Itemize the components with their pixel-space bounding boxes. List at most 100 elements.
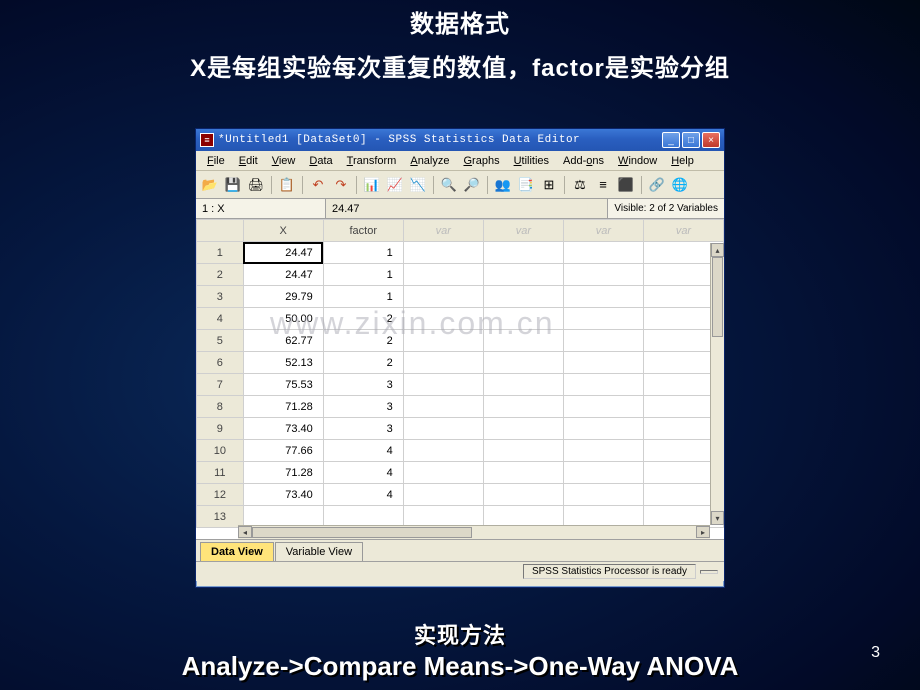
cell-empty[interactable]	[563, 484, 643, 506]
cell-empty[interactable]	[483, 440, 563, 462]
table-row[interactable]: 775.533	[197, 374, 724, 396]
table-row[interactable]: 973.403	[197, 418, 724, 440]
corner-cell[interactable]	[197, 220, 244, 242]
cell-empty[interactable]	[403, 286, 483, 308]
tab-data-view[interactable]: Data View	[200, 542, 274, 561]
menu-graphs[interactable]: Graphs	[456, 153, 506, 169]
menu-transform[interactable]: Transform	[340, 153, 404, 169]
cell-empty[interactable]	[563, 374, 643, 396]
cell-empty[interactable]	[563, 286, 643, 308]
column-header-empty[interactable]: var	[643, 220, 723, 242]
cell-empty[interactable]	[403, 396, 483, 418]
column-header-empty[interactable]: var	[403, 220, 483, 242]
maximize-button[interactable]: □	[682, 132, 700, 148]
cell-empty[interactable]	[403, 484, 483, 506]
row-header[interactable]: 3	[197, 286, 244, 308]
open-icon[interactable]: 📂	[200, 175, 220, 195]
cell-x[interactable]: 24.47	[243, 242, 323, 264]
use-sets-icon[interactable]: ≡	[593, 175, 613, 195]
cell-empty[interactable]	[403, 330, 483, 352]
split-file-icon[interactable]: 👥	[493, 175, 513, 195]
show-all-icon[interactable]: ⬛	[616, 175, 636, 195]
table-row[interactable]: 562.772	[197, 330, 724, 352]
cell-empty[interactable]	[563, 264, 643, 286]
close-button[interactable]: ×	[702, 132, 720, 148]
cell-empty[interactable]	[483, 352, 563, 374]
goto-case-icon[interactable]: 📊	[362, 175, 382, 195]
cell-empty[interactable]	[403, 462, 483, 484]
cell-empty[interactable]	[563, 462, 643, 484]
menu-file[interactable]: File	[200, 153, 232, 169]
cell-factor[interactable]: 1	[323, 242, 403, 264]
cell-empty[interactable]	[563, 418, 643, 440]
cell-empty[interactable]	[403, 374, 483, 396]
cell-empty[interactable]	[483, 462, 563, 484]
cell-empty[interactable]	[403, 308, 483, 330]
vertical-scroll-thumb[interactable]	[712, 257, 723, 337]
cell-empty[interactable]	[483, 286, 563, 308]
cell-factor[interactable]: 4	[323, 440, 403, 462]
row-header[interactable]: 8	[197, 396, 244, 418]
cell-empty[interactable]	[403, 352, 483, 374]
cell-empty[interactable]	[563, 330, 643, 352]
cell-reference[interactable]: 1 : X	[196, 199, 326, 218]
row-header[interactable]: 9	[197, 418, 244, 440]
cell-x[interactable]: 50.00	[243, 308, 323, 330]
redo-icon[interactable]: ↷	[331, 175, 351, 195]
table-row[interactable]: 1077.664	[197, 440, 724, 462]
cell-x[interactable]: 73.40	[243, 418, 323, 440]
print-icon[interactable]: 🖨	[246, 175, 266, 195]
cell-empty[interactable]	[403, 264, 483, 286]
table-row[interactable]: 871.283	[197, 396, 724, 418]
save-icon[interactable]: 💾	[223, 175, 243, 195]
menu-view[interactable]: View	[265, 153, 303, 169]
titlebar[interactable]: ≡ *Untitled1 [DataSet0] - SPSS Statistic…	[196, 129, 724, 151]
cell-empty[interactable]	[403, 242, 483, 264]
cell-factor[interactable]: 3	[323, 418, 403, 440]
menu-data[interactable]: Data	[302, 153, 339, 169]
cell-empty[interactable]	[563, 352, 643, 374]
row-header[interactable]: 11	[197, 462, 244, 484]
cell-factor[interactable]: 2	[323, 330, 403, 352]
cell-x[interactable]: 62.77	[243, 330, 323, 352]
cell-empty[interactable]	[403, 440, 483, 462]
cell-factor[interactable]: 2	[323, 352, 403, 374]
vertical-scrollbar[interactable]: ▴ ▾	[710, 243, 724, 525]
value-labels-icon[interactable]: ⚖	[570, 175, 590, 195]
cell-factor[interactable]: 1	[323, 264, 403, 286]
row-header[interactable]: 7	[197, 374, 244, 396]
column-header-empty[interactable]: var	[563, 220, 643, 242]
cell-x[interactable]: 52.13	[243, 352, 323, 374]
row-header[interactable]: 2	[197, 264, 244, 286]
cell-empty[interactable]	[483, 484, 563, 506]
row-header[interactable]: 12	[197, 484, 244, 506]
cell-factor[interactable]: 3	[323, 396, 403, 418]
cell-x[interactable]: 73.40	[243, 484, 323, 506]
cell-factor[interactable]: 1	[323, 286, 403, 308]
column-header-factor[interactable]: factor	[323, 220, 403, 242]
data-table[interactable]: X factor var var var var 124.471224.4713…	[196, 219, 724, 528]
cell-x[interactable]: 75.53	[243, 374, 323, 396]
cell-x[interactable]: 24.47	[243, 264, 323, 286]
menu-edit[interactable]: Edit	[232, 153, 265, 169]
cell-factor[interactable]: 2	[323, 308, 403, 330]
cell-empty[interactable]	[563, 242, 643, 264]
cell-factor[interactable]: 4	[323, 462, 403, 484]
menu-help[interactable]: Help	[664, 153, 701, 169]
row-header[interactable]: 4	[197, 308, 244, 330]
table-row[interactable]: 652.132	[197, 352, 724, 374]
menu-addons[interactable]: Add-ons	[556, 153, 611, 169]
weight-cases-icon[interactable]: 📑	[516, 175, 536, 195]
scroll-down-button[interactable]: ▾	[711, 511, 724, 525]
cell-empty[interactable]	[483, 374, 563, 396]
table-row[interactable]: 450.002	[197, 308, 724, 330]
row-header[interactable]: 5	[197, 330, 244, 352]
find-icon[interactable]: 🔍	[439, 175, 459, 195]
scroll-left-button[interactable]: ◂	[238, 526, 252, 538]
row-header[interactable]: 6	[197, 352, 244, 374]
spell-check-icon[interactable]: 🔗	[647, 175, 667, 195]
horizontal-scrollbar[interactable]: ◂ ▸	[238, 525, 710, 539]
cell-empty[interactable]	[483, 264, 563, 286]
tab-variable-view[interactable]: Variable View	[275, 542, 363, 561]
variables-icon[interactable]: 📉	[408, 175, 428, 195]
